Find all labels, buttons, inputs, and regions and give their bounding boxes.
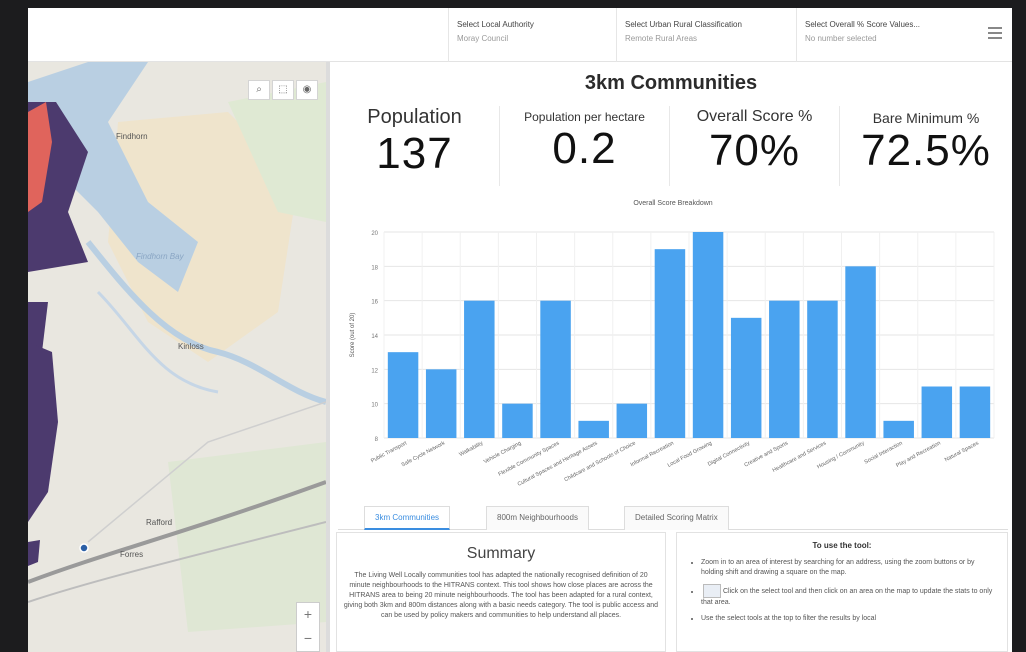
map-label-forres: Forres xyxy=(120,550,144,559)
bar[interactable] xyxy=(540,300,571,438)
bar[interactable] xyxy=(769,300,800,438)
tab-detailed-scoring-matrix[interactable]: Detailed Scoring Matrix xyxy=(624,506,729,530)
x-tick-label: Public Transport xyxy=(370,440,408,464)
map-canvas[interactable] xyxy=(28,62,326,652)
x-tick-label: Safe Cycle Network xyxy=(401,440,447,468)
filter-label: Select Overall % Score Values... xyxy=(805,20,921,29)
how-to-item: Click on the select tool and then click … xyxy=(701,584,995,608)
y-axis-label: Score (out of 20) xyxy=(350,313,356,358)
bar[interactable] xyxy=(730,317,762,438)
bar[interactable] xyxy=(578,420,609,438)
bar[interactable] xyxy=(959,386,991,439)
kpi-value: 0.2 xyxy=(552,124,617,173)
kpi-overall-score: Overall Score % 70% xyxy=(670,106,840,186)
dashboard-panel: 3km Communities Population 137 Populatio… xyxy=(330,62,1012,652)
select-icon[interactable]: ⬚ xyxy=(272,80,294,100)
summary-body: The Living Well Locally communities tool… xyxy=(343,572,659,619)
filter-value: No number selected xyxy=(805,34,877,43)
how-to-title: To use the tool: xyxy=(812,541,872,550)
how-to-list: Zoom in to an area of interest by search… xyxy=(677,550,1007,624)
map-panel[interactable]: ⌕ ⬚ ◉ Findhorn Findhorn Bay Kinloss Forr… xyxy=(28,62,326,652)
how-to-item: Zoom in to an area of interest by search… xyxy=(701,558,995,578)
bar-chart-svg: 8 10 12 14 16 18 20 Score (out of 20) Public Tra… xyxy=(350,231,995,488)
x-tick-label: Flexible Community Spaces xyxy=(497,440,560,477)
tab-800m-neighbourhoods[interactable]: 800m Neighbourhoods xyxy=(486,506,589,530)
map-label-findhorn: Findhorn xyxy=(116,132,148,141)
top-header: Select Local Authority Moray Council Sel… xyxy=(28,8,1012,62)
y-tick-label: 20 xyxy=(371,231,378,237)
y-tick-label: 8 xyxy=(375,437,379,443)
bar[interactable] xyxy=(387,352,419,438)
summary-card: Summary The Living Well Locally communit… xyxy=(336,532,666,652)
urban-rural-filter[interactable]: Select Urban Rural Classification Remote… xyxy=(616,8,796,62)
kpi-population: Population 137 xyxy=(330,106,500,186)
y-tick-label: 12 xyxy=(371,368,378,374)
bar[interactable] xyxy=(807,300,838,438)
kpi-label: Bare Minimum % xyxy=(872,110,980,126)
x-tick-label: Cultural Spaces and Heritage Assets xyxy=(517,440,599,487)
score-breakdown-chart: Overall Score Breakdown 8 10 12 14 16 18 20 Sco… xyxy=(338,200,1008,496)
how-to-card: To use the tool: Zoom in to an area of i… xyxy=(676,532,1008,652)
y-tick-label: 18 xyxy=(371,265,378,271)
layers-icon[interactable]: ◉ xyxy=(296,80,318,100)
kpi-label: Overall Score % xyxy=(696,108,813,125)
bar[interactable] xyxy=(425,369,457,438)
map-label-kinloss: Kinloss xyxy=(178,342,204,351)
bar[interactable] xyxy=(654,249,686,438)
how-to-item-text: Click on the select tool and then click … xyxy=(701,587,993,606)
x-tick-label: Natural Spaces xyxy=(944,440,980,463)
bar[interactable] xyxy=(921,386,953,439)
overall-score-filter[interactable]: Select Overall % Score Values... No numb… xyxy=(796,8,972,62)
bar[interactable] xyxy=(692,232,724,438)
kpi-value: 72.5% xyxy=(861,126,991,175)
map-toolbar: ⌕ ⬚ ◉ xyxy=(248,80,318,100)
bar[interactable] xyxy=(883,420,914,438)
hamburger-icon[interactable] xyxy=(984,24,1006,46)
x-tick-label: Childcare and Schools of Choice xyxy=(563,440,636,483)
zoom-out-button[interactable]: − xyxy=(297,627,319,651)
kpi-value: 137 xyxy=(376,129,453,178)
kpi-population-per-hectare: Population per hectare 0.2 xyxy=(500,106,670,186)
bar[interactable] xyxy=(616,403,648,438)
search-icon[interactable]: ⌕ xyxy=(248,80,270,100)
zoom-control: + − xyxy=(296,602,320,652)
filter-value: Remote Rural Areas xyxy=(625,34,698,43)
how-to-item: Use the select tools at the top to filte… xyxy=(701,614,995,624)
tab-bar: 3km Communities 800m Neighbourhoods Deta… xyxy=(338,502,1008,530)
y-tick-label: 10 xyxy=(371,403,378,409)
filter-label: Select Urban Rural Classification xyxy=(625,20,742,29)
local-authority-filter[interactable]: Select Local Authority Moray Council xyxy=(448,8,616,62)
bar[interactable] xyxy=(845,266,876,438)
kpi-label: Population per hectare xyxy=(524,110,645,124)
bar[interactable] xyxy=(464,300,495,438)
x-tick-label: Walkability xyxy=(458,440,484,458)
kpi-label: Population xyxy=(367,106,462,128)
dashboard-title: 3km Communities xyxy=(584,72,758,94)
summary-title: Summary xyxy=(466,545,536,562)
tab-3km-communities[interactable]: 3km Communities xyxy=(364,506,451,530)
filter-label: Select Local Authority xyxy=(457,20,534,29)
select-tool-icon xyxy=(703,584,721,598)
y-tick-label: 14 xyxy=(371,334,378,340)
app-frame: Select Local Authority Moray Council Sel… xyxy=(28,8,1012,652)
kpi-value: 70% xyxy=(708,126,801,175)
filter-value: Moray Council xyxy=(457,34,509,43)
zoom-in-button[interactable]: + xyxy=(297,603,319,627)
map-label-findhorn-bay: Findhorn Bay xyxy=(136,252,184,261)
y-tick-label: 16 xyxy=(371,300,378,306)
kpi-bare-minimum: Bare Minimum % 72.5% xyxy=(840,106,1012,186)
map-label-rafford: Rafford xyxy=(146,518,173,527)
bar[interactable] xyxy=(502,403,533,438)
